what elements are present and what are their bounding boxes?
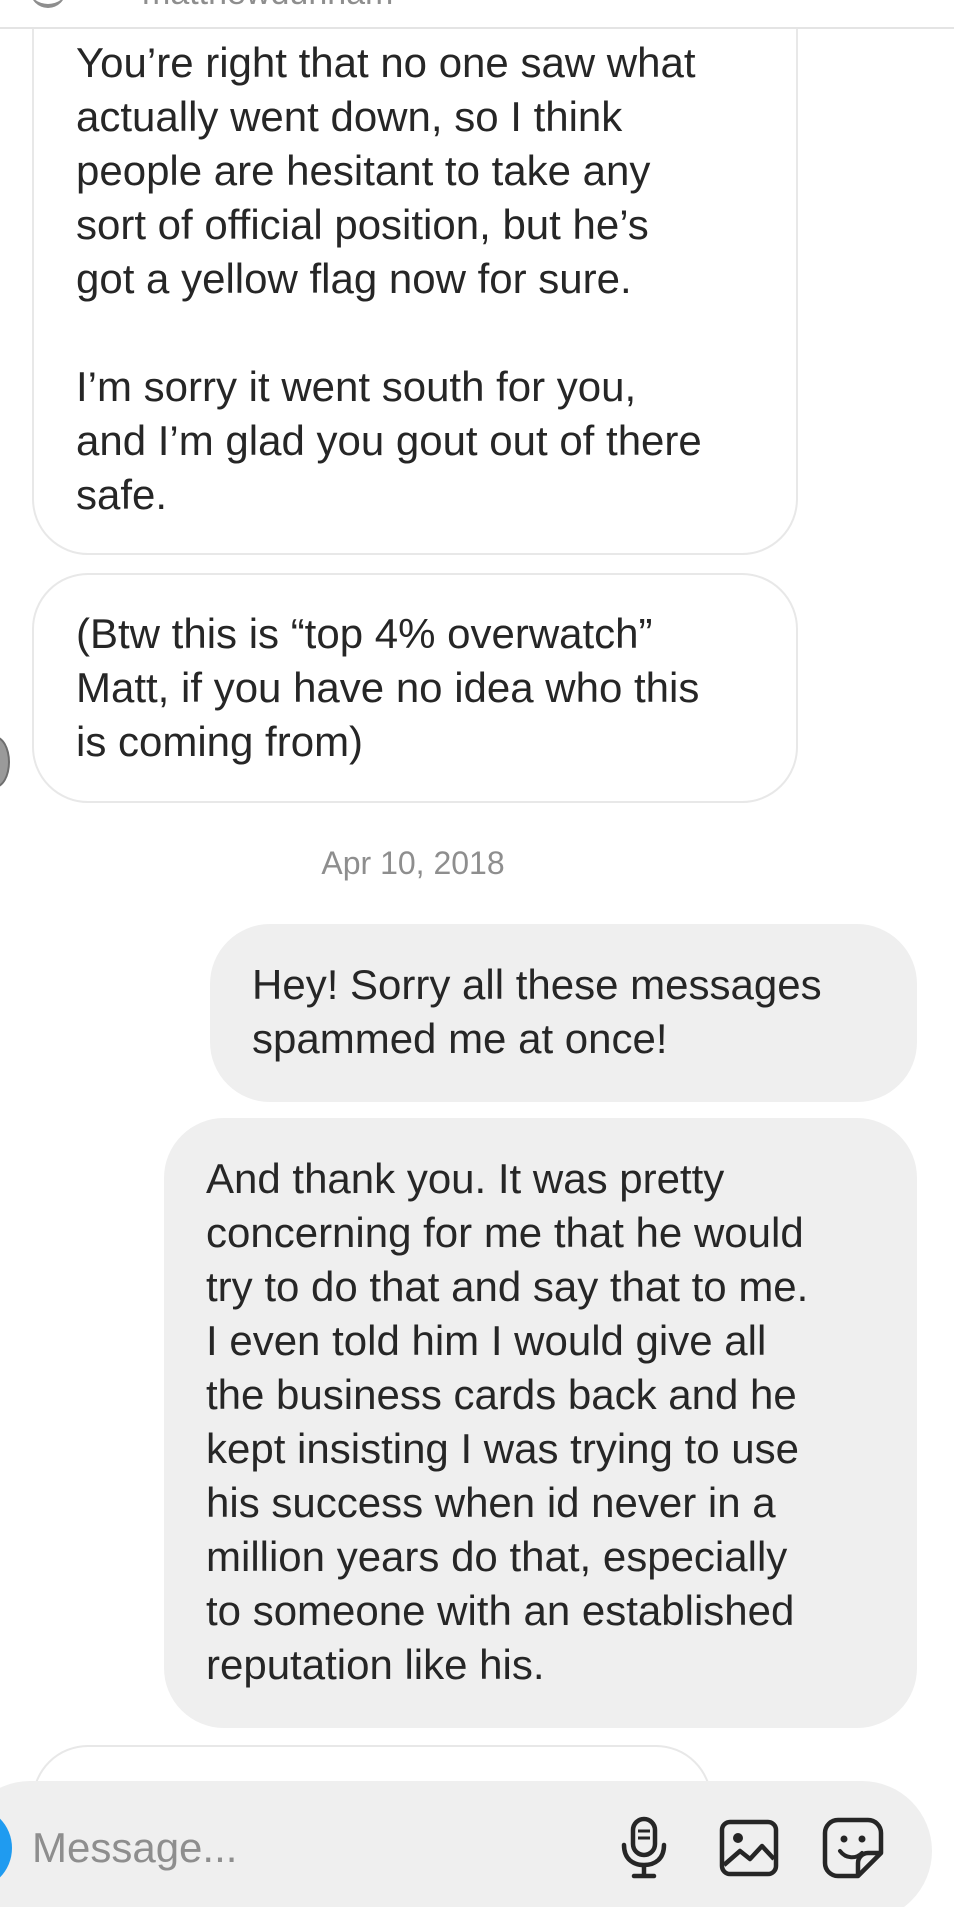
sent-message[interactable]: Hey! Sorry all these messages spammed me… — [210, 924, 917, 1102]
header-username[interactable]: matthewdunham — [142, 0, 393, 13]
sticker-icon[interactable] — [820, 1815, 886, 1881]
gallery-icon[interactable] — [716, 1815, 782, 1881]
chat-header: matthewdunham — [0, 0, 954, 29]
message-timestamp: Apr 10, 2018 — [321, 845, 505, 881]
received-message[interactable]: You’re right that no one saw what actual… — [32, 0, 798, 555]
back-arrow-icon[interactable] — [30, 0, 66, 8]
microphone-icon[interactable] — [612, 1815, 678, 1881]
received-message[interactable]: (Btw this is “top 4% overwatch” Matt, if… — [32, 573, 798, 803]
message-input[interactable] — [32, 1818, 592, 1878]
chat-screen: matthewdunham You’re right that no one s… — [0, 0, 954, 1907]
sender-avatar[interactable] — [0, 736, 10, 788]
sent-message[interactable]: And thank you. It was pretty concerning … — [164, 1118, 917, 1728]
